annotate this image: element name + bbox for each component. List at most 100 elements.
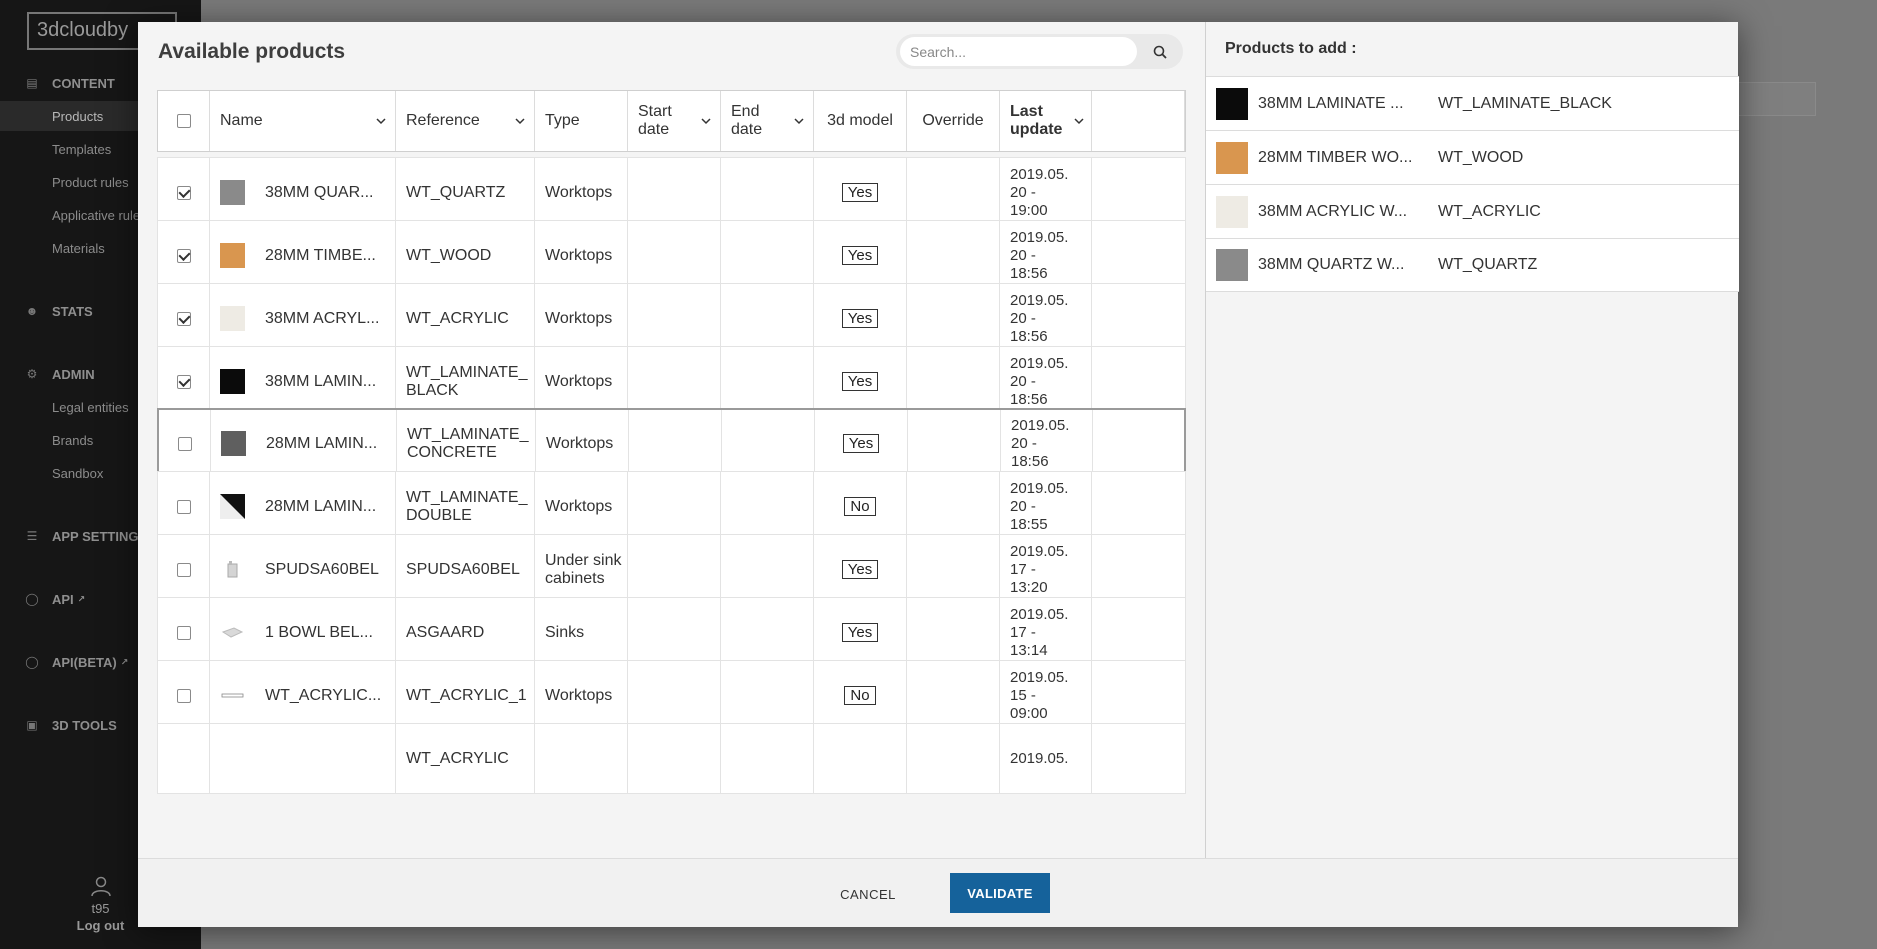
table-row[interactable]: 28MM LAMIN... WT_LAMINATE_DOUBLE Worktops N… (157, 471, 1186, 542)
nav-section-api-beta-label: API(BETA) (52, 654, 117, 670)
row-end-date-cell (721, 661, 814, 730)
product-name: 28MM LAMIN... (266, 434, 378, 452)
product-reference: ASGAARD (406, 623, 485, 641)
row-checkbox[interactable] (176, 248, 191, 263)
products-to-add-item[interactable]: 38MM LAMINATE ... WT_LAMINATE_BLACK (1206, 76, 1739, 130)
row-checkbox[interactable] (176, 625, 191, 640)
product-thumbnail (220, 180, 245, 205)
3d-model-badge: Yes (841, 183, 879, 202)
product-last-update: 2019.05. 17 - 13:14 (1010, 605, 1069, 659)
product-reference: WT_LAMINATE_BLACK (406, 363, 528, 399)
products-to-add-reference: WT_LAMINATE_BLACK (1438, 94, 1612, 112)
row-start-date-cell (628, 284, 721, 353)
product-last-update: 2019.05. 20 - 18:56 (1010, 291, 1069, 345)
row-reference-cell: SPUDSA60BEL (396, 535, 535, 604)
row-reference-cell: WT_LAMINATE_BLACK (396, 347, 535, 416)
nav-section-content-label: CONTENT (52, 75, 115, 91)
row-name-cell: 38MM ACRYL... (210, 284, 396, 353)
products-to-add-item[interactable]: 28MM TIMBER WO... WT_WOOD (1206, 130, 1739, 184)
row-checkbox[interactable] (176, 185, 191, 200)
row-select-cell (158, 347, 210, 416)
column-header-start-date[interactable]: Start date (628, 91, 721, 151)
table-row[interactable]: 28MM TIMBE... WT_WOOD Worktops Yes 2019.05. … (157, 220, 1186, 291)
row-last-update-cell: 2019.05. 20 - 18:55 (1000, 472, 1092, 541)
row-last-update-cell: 2019.05. 15 - 09:00 (1000, 661, 1092, 730)
3d-model-badge: Yes (841, 309, 879, 328)
row-checkbox[interactable] (176, 499, 191, 514)
nav-section-api-label: API (52, 591, 74, 607)
product-thumbnail (220, 306, 245, 331)
column-header-end-date[interactable]: End date (721, 91, 814, 151)
header-spacer (1092, 91, 1185, 151)
products-to-add-name: 38MM LAMINATE ... (1258, 94, 1404, 112)
column-header-name[interactable]: Name (210, 91, 396, 151)
row-type-cell: Worktops (535, 661, 628, 730)
table-row[interactable]: 38MM LAMIN... WT_LAMINATE_BLACK Worktops Ye… (157, 346, 1186, 417)
row-reference-cell: WT_LAMINATE_CONCRETE (397, 410, 536, 477)
row-checkbox[interactable] (177, 436, 192, 451)
product-thumbnail (220, 557, 245, 582)
row-override-cell (907, 472, 1000, 541)
row-start-date-cell (628, 158, 721, 227)
table-row[interactable]: WT_ACRYLIC... WT_ACRYLIC_1 Worktops No 2019.… (157, 660, 1186, 731)
user-stats-icon: ☻ (25, 304, 39, 318)
row-reference-cell: WT_QUARTZ (396, 158, 535, 227)
table-row[interactable]: 38MM ACRYL... WT_ACRYLIC Worktops Yes 2019.0… (157, 283, 1186, 354)
product-last-update: 2019.05. 20 - 18:56 (1011, 416, 1070, 470)
nav-item-materials-label: Materials (52, 240, 105, 256)
available-products-pane: Available products Name Reference Type S… (138, 22, 1205, 858)
products-to-add-item[interactable]: 38MM QUARTZ W... WT_QUARTZ (1206, 238, 1739, 292)
row-override-cell (907, 284, 1000, 353)
product-type: Worktops (545, 183, 613, 201)
table-row[interactable]: 28MM LAMIN... WT_LAMINATE_CONCRETE Worktop… (157, 408, 1186, 479)
search-button[interactable] (1142, 38, 1178, 65)
column-last-update-label: Last update (1010, 103, 1063, 138)
row-checkbox[interactable] (176, 688, 191, 703)
column-header-reference[interactable]: Reference (396, 91, 535, 151)
nav-section-app-settings-label: APP SETTINGS (52, 528, 148, 544)
nav-item-product-rules-label: Product rules (52, 174, 129, 190)
row-end-date-cell (721, 472, 814, 541)
column-header-last-update[interactable]: Last update (1000, 91, 1092, 151)
row-reference-cell: WT_ACRYLIC (396, 724, 535, 793)
row-spacer (1092, 158, 1185, 227)
row-reference-cell: WT_ACRYLIC (396, 284, 535, 353)
cancel-button[interactable]: CANCEL (829, 876, 907, 912)
row-checkbox[interactable] (176, 562, 191, 577)
search-input[interactable] (900, 37, 1137, 66)
product-reference: WT_QUARTZ (406, 183, 506, 201)
row-name-cell: 28MM LAMIN... (210, 472, 396, 541)
column-end-date-label: End date (731, 103, 763, 138)
api-icon: ◯ (25, 592, 39, 606)
row-3d-model-cell: No (814, 472, 907, 541)
chevron-down-icon (515, 118, 525, 125)
row-last-update-cell: 2019.05. 20 - 18:56 (1000, 284, 1092, 353)
content-icon: ▤ (26, 76, 38, 90)
products-to-add-item[interactable]: 38MM ACRYLIC W... WT_ACRYLIC (1206, 184, 1739, 238)
select-all-checkbox[interactable] (176, 114, 191, 128)
chevron-down-icon (794, 118, 804, 125)
product-name: 28MM LAMIN... (265, 497, 377, 515)
table-row[interactable]: 1 BOWL BEL... ASGAARD Sinks Yes 2019.05. 17 … (157, 597, 1186, 668)
row-select-cell (159, 410, 211, 477)
table-row[interactable]: WT_ACRYLIC 2019.05. (157, 723, 1186, 794)
validate-button[interactable]: VALIDATE (950, 873, 1050, 913)
row-type-cell: Worktops (535, 347, 628, 416)
product-thumbnail (1216, 141, 1248, 174)
row-spacer (1093, 410, 1184, 477)
row-checkbox[interactable] (176, 311, 191, 326)
products-to-add-reference: WT_ACRYLIC (1438, 202, 1541, 220)
row-name-cell (210, 724, 396, 793)
available-products-modal: Available products Name Reference Type S… (138, 22, 1739, 927)
table-row[interactable]: 38MM QUAR... WT_QUARTZ Worktops Yes 2019.05.… (157, 157, 1186, 228)
sliders-icon: ☰ (26, 529, 38, 543)
row-checkbox[interactable] (176, 374, 191, 389)
product-name: 28MM TIMBE... (265, 246, 376, 264)
3d-model-badge: Yes (841, 246, 879, 265)
product-type: Sinks (545, 623, 585, 641)
row-spacer (1092, 535, 1185, 604)
3d-model-badge: No (844, 686, 876, 705)
row-select-cell (158, 472, 210, 541)
column-name-label: Name (220, 112, 263, 129)
table-row[interactable]: SPUDSA60BEL SPUDSA60BEL Under sink cabinet… (157, 534, 1186, 605)
